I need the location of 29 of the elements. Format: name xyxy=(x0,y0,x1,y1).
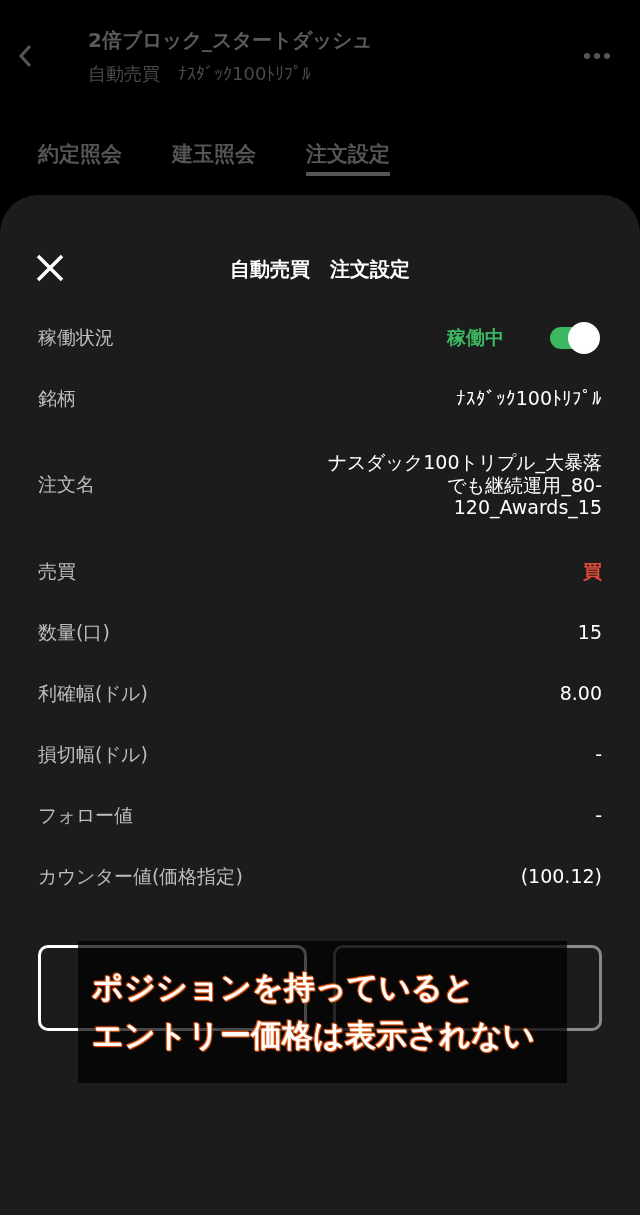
field-value: - xyxy=(595,743,602,766)
tab[interactable]: 約定照会 xyxy=(38,140,122,176)
field-label: 利確幅(ドル) xyxy=(38,680,149,706)
field-label: 損切幅(ドル) xyxy=(38,741,149,767)
field-label: 売買 xyxy=(38,558,77,584)
field-value: (100.12) xyxy=(520,865,602,888)
sheet-title: 自動売買 注文設定 xyxy=(230,255,410,283)
close-icon[interactable] xyxy=(35,253,65,283)
field-value: ナスダック100トリプル_大暴落でも継続運用_80-120_Awards_15 xyxy=(327,450,602,520)
annotation-text: ポジションを持っていると xyxy=(92,968,476,1007)
tab[interactable]: 建玉照会 xyxy=(172,140,256,176)
field-label: 数量(口) xyxy=(38,619,111,645)
field-value: 15 xyxy=(577,621,602,644)
field-value: - xyxy=(595,804,602,827)
field-label: 注文名 xyxy=(38,472,96,497)
field-label: 銘柄 xyxy=(38,385,77,411)
field-label: フォロー値 xyxy=(38,802,134,828)
field-value: 買 xyxy=(583,560,602,583)
tab[interactable]: 注文設定 xyxy=(306,140,390,176)
field-label: 稼働状況 xyxy=(38,324,115,350)
annotation-text: エントリー価格は表示されない xyxy=(92,1016,536,1055)
back-icon[interactable] xyxy=(18,44,32,68)
status-value: 稼働中 xyxy=(447,326,504,349)
screen-subtitle: 自動売買 ﾅｽﾀﾞｯｸ100ﾄﾘﾌﾟﾙ xyxy=(88,61,313,86)
field-value: 8.00 xyxy=(559,682,602,705)
screen-title: 2倍ブロック_スタートダッシュ xyxy=(88,26,373,54)
field-value: ﾅｽﾀﾞｯｸ100ﾄﾘﾌﾟﾙ xyxy=(455,387,602,410)
more-icon[interactable] xyxy=(584,53,610,59)
field-label: カウンター値(価格指定) xyxy=(38,863,244,889)
